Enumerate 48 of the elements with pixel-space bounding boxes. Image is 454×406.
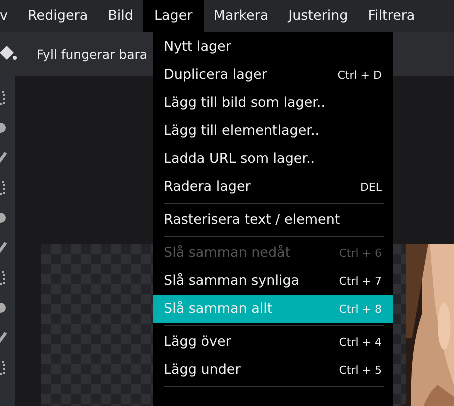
- menu-item-label: Lägg över: [164, 334, 232, 350]
- menu-item[interactable]: Slå samman synliga Ctrl + 7: [153, 267, 393, 295]
- tool-icon[interactable]: [0, 180, 8, 196]
- menu-item[interactable]: Lägg under Ctrl + 5: [153, 356, 393, 384]
- menu-item[interactable]: Lägg över Ctrl + 4: [153, 328, 393, 356]
- menu-bar-item[interactable]: Justering: [278, 0, 358, 32]
- shortcut-label: Ctrl + 5: [339, 364, 382, 376]
- menu-bar-item[interactable]: Filtrera: [358, 0, 426, 32]
- shortcut-label: Ctrl + 7: [339, 274, 382, 288]
- menu-bar-item[interactable]: Markera: [204, 0, 279, 32]
- menu-item[interactable]: Duplicera lager Ctrl + D: [153, 61, 393, 89]
- shortcut-label: Ctrl + 4: [339, 336, 382, 348]
- menu-bar-item[interactable]: Redigera: [18, 0, 98, 32]
- tool-icon[interactable]: [0, 240, 8, 256]
- menu-item-label: Ladda URL som lager..: [164, 151, 316, 167]
- menu-item[interactable]: Rasterisera text / element: [153, 206, 393, 234]
- tool-icon[interactable]: [0, 90, 8, 106]
- menu-item[interactable]: Nytt lager: [153, 33, 393, 61]
- menu-item-label: Duplicera lager: [164, 67, 268, 83]
- menu-item-label: Slå samman nedåt: [164, 245, 291, 261]
- menu-item[interactable]: Radera lager DEL: [153, 173, 393, 201]
- tool-icon[interactable]: [0, 120, 8, 136]
- menu-item-label: Radera lager: [164, 179, 251, 195]
- tool-icon[interactable]: [0, 210, 8, 226]
- menu-item-label: Lägg under: [164, 362, 241, 378]
- menu-item-label: Slå samman allt: [164, 301, 273, 317]
- menu-bar-item[interactable]: Lager: [143, 0, 204, 32]
- shortcut-label: Ctrl + 8: [339, 302, 382, 316]
- menu-bar-item[interactable]: v: [0, 0, 18, 32]
- menu-item-label: Lägg till elementlager..: [164, 123, 320, 139]
- tool-icon[interactable]: [0, 150, 8, 166]
- menu-item-label: Slå samman synliga: [164, 273, 300, 289]
- tool-icon[interactable]: [0, 330, 8, 346]
- paint-bucket-icon: [0, 45, 18, 63]
- menu-item-label: Rasterisera text / element: [164, 212, 340, 228]
- menu-bar-item[interactable]: Bild: [98, 0, 144, 32]
- tool-icon[interactable]: [0, 300, 8, 316]
- menu-item[interactable]: Ladda URL som lager..: [153, 145, 393, 173]
- tool-icon[interactable]: [0, 360, 8, 376]
- menu-item-label: Lägg till bild som lager..: [164, 95, 326, 111]
- shortcut-label: Ctrl + 6: [339, 246, 382, 260]
- menu-item[interactable]: Lägg till bild som lager..: [153, 89, 393, 117]
- menu-item-label: Nytt lager: [164, 39, 232, 55]
- shortcut-label: DEL: [360, 180, 382, 194]
- menu-item[interactable]: Lägg till elementlager..: [153, 117, 393, 145]
- shortcut-label: Ctrl + D: [338, 68, 382, 82]
- tool-icon[interactable]: [0, 270, 8, 286]
- info-message: Fyll fungerar bara: [37, 46, 148, 62]
